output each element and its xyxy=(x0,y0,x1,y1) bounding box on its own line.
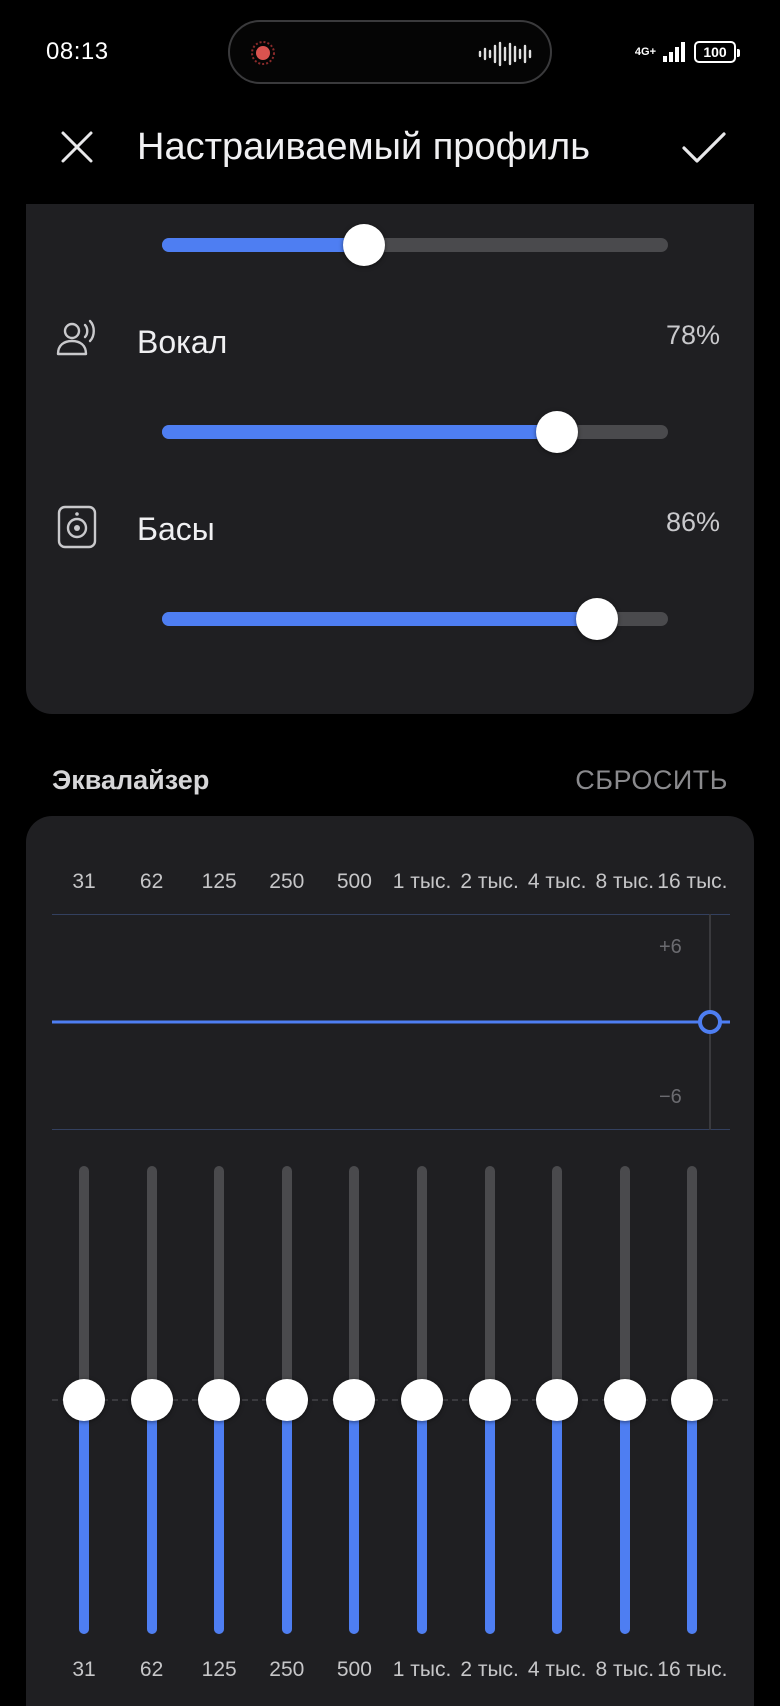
slider-thumb[interactable] xyxy=(343,224,386,266)
slider-thumb[interactable] xyxy=(535,411,578,453)
dynamic-island[interactable] xyxy=(228,20,552,84)
setting-value-bass: 86% xyxy=(665,507,720,537)
equalizer-card: 31 62 125 250 500 1 тыс. 2 тыс. 4 тыс. 8 тыс. 16 … xyxy=(26,816,754,1706)
setting-value-vocal: 78% xyxy=(665,320,720,350)
db-max-label: +6 xyxy=(659,936,682,958)
eq-curve-marker[interactable] xyxy=(698,1010,722,1034)
eq-band-slider[interactable] xyxy=(130,1166,173,1634)
top-app-bar: Настраиваемый профиль xyxy=(0,108,780,188)
slider-thumb[interactable] xyxy=(130,1379,173,1421)
signal-icon xyxy=(663,42,685,62)
partial-setting-slider[interactable] xyxy=(162,224,668,266)
slider-fill xyxy=(214,1400,225,1634)
voice-person-icon xyxy=(56,319,95,356)
slider-fill xyxy=(417,1400,427,1634)
slider-fill xyxy=(162,425,557,439)
reset-button[interactable]: СБРОСИТЬ xyxy=(575,765,728,796)
close-button[interactable] xyxy=(52,122,102,172)
slider-fill xyxy=(162,612,598,626)
eq-band-slider[interactable] xyxy=(603,1166,646,1634)
sound-settings-card: Вокал 78% Басы 86% xyxy=(26,204,754,714)
slider-thumb[interactable] xyxy=(468,1379,511,1421)
vocal-slider[interactable] xyxy=(162,411,668,453)
slider-thumb[interactable] xyxy=(576,598,619,640)
eq-band-slider[interactable] xyxy=(536,1166,579,1634)
frequency-label-top: 16 тыс. xyxy=(657,870,728,893)
bass-slider[interactable] xyxy=(162,598,668,640)
eq-band-slider[interactable] xyxy=(198,1166,241,1634)
equalizer-title: Эквалайзер xyxy=(52,765,210,795)
eq-curve-graph xyxy=(52,914,730,1130)
slider-fill xyxy=(484,1400,495,1634)
setting-label-bass: Басы xyxy=(137,511,215,547)
slider-thumb[interactable] xyxy=(265,1379,308,1421)
recording-icon xyxy=(251,41,275,65)
status-bar: 08:13 4G+ 100 xyxy=(0,0,780,100)
eq-band-slider[interactable] xyxy=(63,1166,105,1634)
audio-wave-icon xyxy=(478,41,532,67)
eq-band-slider[interactable] xyxy=(401,1166,443,1634)
eq-band-slider[interactable] xyxy=(671,1166,714,1634)
battery-icon: 100 xyxy=(694,41,740,63)
slider-fill xyxy=(162,238,365,252)
slider-thumb[interactable] xyxy=(536,1379,579,1421)
status-icons: 4G+ 100 xyxy=(634,38,740,66)
slider-fill xyxy=(552,1400,563,1634)
slider-fill xyxy=(619,1400,630,1634)
frequency-label-bottom: 16 тыс. xyxy=(657,1658,728,1681)
slider-fill xyxy=(687,1400,698,1634)
status-time: 08:13 xyxy=(46,38,109,65)
setting-label-vocal: Вокал xyxy=(137,324,228,360)
confirm-button[interactable] xyxy=(676,120,732,176)
eq-band-slider[interactable] xyxy=(333,1166,376,1634)
db-min-label: −6 xyxy=(659,1086,682,1108)
close-icon xyxy=(61,131,93,163)
slider-fill xyxy=(146,1400,157,1634)
slider-thumb[interactable] xyxy=(198,1379,241,1421)
check-icon xyxy=(682,132,726,163)
slider-thumb[interactable] xyxy=(401,1379,443,1421)
network-label: 4G+ xyxy=(634,45,656,58)
slider-fill xyxy=(281,1400,292,1634)
slider-thumb[interactable] xyxy=(603,1379,646,1421)
eq-band-slider[interactable] xyxy=(265,1166,308,1634)
slider-fill xyxy=(349,1400,360,1634)
slider-fill xyxy=(79,1400,89,1634)
page-title: Настраиваемый профиль xyxy=(137,126,591,168)
slider-thumb[interactable] xyxy=(63,1379,105,1421)
speaker-icon xyxy=(57,505,97,549)
eq-band-slider[interactable] xyxy=(468,1166,511,1634)
